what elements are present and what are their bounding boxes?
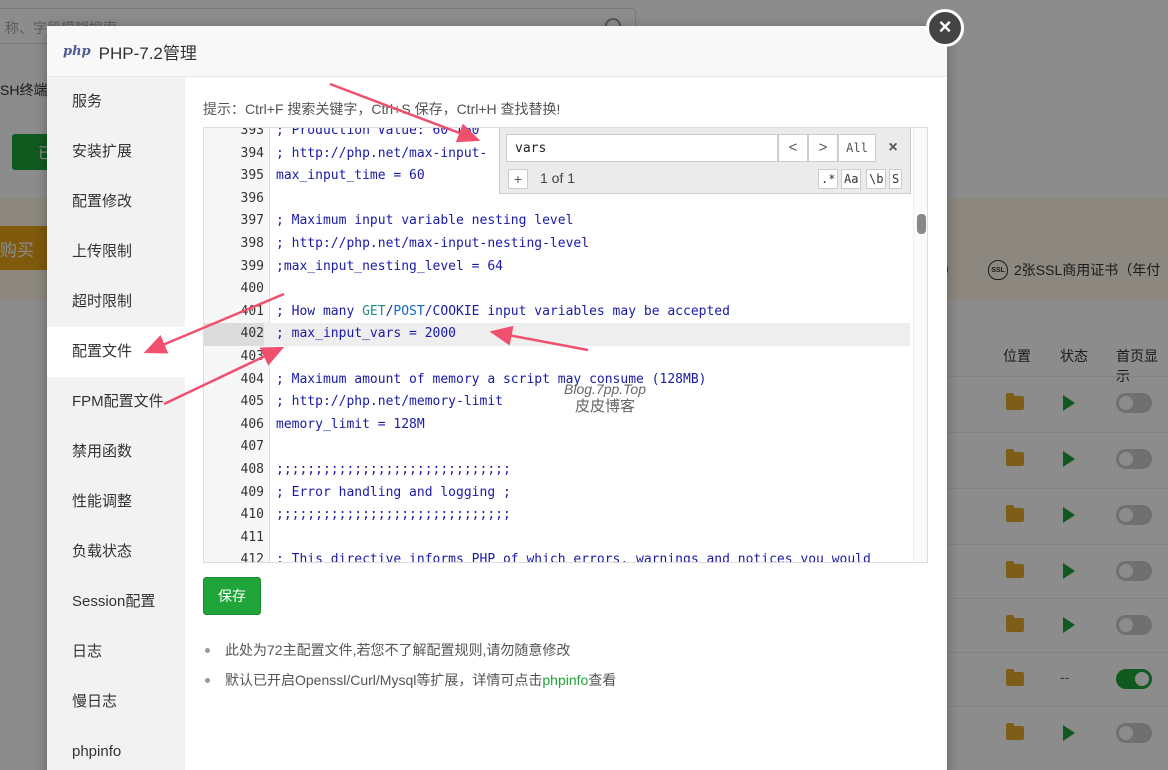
watermark-line1: Blog.7pp.Top [564, 381, 646, 397]
line-number: 402 [204, 323, 264, 346]
php-logo-icon: php [63, 43, 91, 59]
sidebar-item-config-file[interactable]: 配置文件 [47, 327, 185, 377]
sidebar-item-slow-log[interactable]: 慢日志 [47, 677, 185, 727]
code-text[interactable]: ; http://php.net/max-input- [276, 143, 487, 166]
line-number: 408 [240, 462, 264, 477]
sidebar-item-install-extension[interactable]: 安装扩展 [47, 127, 185, 177]
line-number: 395 [240, 168, 264, 184]
code-line[interactable]: 397 ; Maximum input variable nesting leve… [204, 210, 910, 233]
code-line[interactable]: 408;;;;;;;;;;;;;;;;;;;;;;;;;;;;;; [204, 459, 910, 482]
modal-close-button[interactable]: × [926, 9, 964, 47]
search-next-button[interactable]: > [808, 134, 838, 162]
line-number: 394 [240, 145, 264, 161]
line-number: 399 [240, 258, 264, 274]
line-number: 398 [240, 236, 264, 251]
line-number: 407 [240, 439, 264, 455]
modal-header: php PHP-7.2管理 [47, 26, 947, 77]
in-selection-button[interactable]: S [889, 169, 903, 189]
line-number: 411 [240, 529, 264, 545]
search-prev-button[interactable]: < [778, 134, 808, 162]
sidebar-item-log[interactable]: 日志 [47, 627, 185, 677]
sidebar-item-load-status[interactable]: 负载状态 [47, 527, 185, 577]
sidebar-item-service[interactable]: 服务 [47, 77, 185, 127]
code-text[interactable]: max_input_time = 60 [276, 165, 425, 188]
search-input[interactable] [506, 134, 778, 162]
line-number: 403 [240, 349, 264, 364]
line-number: 397 [240, 213, 264, 229]
keyboard-hint: 提示：Ctrl+F 搜索关键字，Ctrl+S 保存，Ctrl+H 查找替换! [203, 101, 561, 117]
code-line[interactable]: 407 [204, 436, 910, 459]
code-line[interactable]: 410;;;;;;;;;;;;;;;;;;;;;;;;;;;;;; [204, 504, 910, 527]
code-text[interactable]: ; Production Value: 60 (60 [276, 128, 480, 143]
code-line[interactable]: 406 memory_limit = 128M [204, 414, 910, 437]
line-number: 400 [240, 281, 264, 297]
sidebar-item-session-config[interactable]: Session配置 [47, 577, 185, 627]
code-line[interactable]: 401 ; How many GET/POST/COOKIE input vari… [204, 301, 910, 324]
watermark-line2: 皮皮博客 [574, 398, 635, 415]
line-number: 409 [240, 484, 264, 500]
code-line[interactable]: 400 [204, 278, 910, 301]
search-all-button[interactable]: All [838, 134, 876, 162]
note-item: 此处为72主配置文件,若您不了解配置规则,请勿随意修改 [203, 639, 923, 669]
sidebar-item-fpm-config[interactable]: FPM配置文件 [47, 377, 185, 427]
phpinfo-link[interactable]: phpinfo [542, 672, 588, 688]
code-text[interactable]: memory_limit = 128M [276, 414, 425, 437]
sidebar-item-disabled-functions[interactable]: 禁用函数 [47, 427, 185, 477]
search-panel: < > All × + 1 of 1 .* Aa \b S [499, 128, 911, 194]
watermark: Blog.7pp.Top 皮皮博客 [564, 380, 646, 416]
note-text: 默认已开启Openssl/Curl/Mysql等扩展，详情可点击 [225, 672, 543, 688]
code-text[interactable]: ;;;;;;;;;;;;;;;;;;;;;;;;;;;;;; [276, 459, 511, 482]
scrollbar-thumb[interactable] [917, 214, 926, 234]
sidebar-item-upload-limit[interactable]: 上传限制 [47, 227, 185, 277]
php-manager-modal: php PHP-7.2管理 服务 安装扩展 配置修改 上传限制 超时限制 配置文… [47, 26, 947, 770]
code-text[interactable]: ; Error handling and logging ; [276, 482, 511, 505]
code-text[interactable]: ;max_input_nesting_level = 64 [276, 256, 503, 279]
code-line[interactable]: 405 ; http://php.net/memory-limit [204, 391, 910, 414]
code-editor[interactable]: 393 ; Production Value: 60 (60 394 ; http:/… [203, 127, 928, 563]
sidebar: 服务 安装扩展 配置修改 上传限制 超时限制 配置文件 FPM配置文件 禁用函数… [47, 77, 185, 770]
save-button[interactable]: 保存 [203, 577, 261, 615]
line-number: 393 [240, 127, 264, 138]
code-text[interactable]: ; http://php.net/max-input-nesting-level [276, 233, 589, 256]
line-number: 406 [240, 416, 264, 432]
search-match-count: 1 of 1 [540, 170, 576, 186]
code-line[interactable]: 398 ; http://php.net/max-input-nesting-le… [204, 233, 910, 256]
replace-toggle-button[interactable]: + [508, 169, 528, 189]
modal-title: PHP-7.2管理 [98, 43, 197, 63]
code-text[interactable]: ; Maximum input variable nesting level [276, 210, 573, 233]
code-text[interactable]: ; How many GET/POST/COOKIE input variabl… [276, 301, 730, 324]
sidebar-item-config-modify[interactable]: 配置修改 [47, 177, 185, 227]
close-icon[interactable]: × [882, 135, 904, 161]
code-line[interactable]: 399 ;max_input_nesting_level = 64 [204, 256, 910, 279]
note-text: 此处为72主配置文件,若您不了解配置规则,请勿随意修改 [225, 642, 571, 658]
code-line[interactable]: 403 [204, 346, 910, 369]
code-text[interactable]: ; max_input_vars = 2000 [276, 323, 456, 346]
code-text[interactable]: ;;;;;;;;;;;;;;;;;;;;;;;;;;;;;; [276, 504, 511, 527]
sidebar-item-phpinfo[interactable]: phpinfo [47, 727, 185, 770]
sidebar-item-timeout-limit[interactable]: 超时限制 [47, 277, 185, 327]
line-number: 396 [240, 190, 264, 206]
case-sensitive-button[interactable]: Aa [841, 169, 862, 189]
note-suffix: 查看 [588, 672, 617, 688]
code-line[interactable]: 404; Maximum amount of memory a script m… [204, 369, 910, 392]
regex-option-button[interactable]: .* [818, 169, 839, 189]
code-line[interactable]: 402 ; max_input_vars = 2000 [204, 323, 910, 346]
editor-scrollbar[interactable] [913, 128, 927, 562]
code-line[interactable]: 411 [204, 527, 910, 550]
code-text[interactable]: ; This directive informs PHP of which er… [276, 549, 871, 562]
sidebar-item-performance[interactable]: 性能调整 [47, 477, 185, 527]
line-number: 410 [240, 507, 264, 523]
code-line[interactable]: 409 ; Error handling and logging ; [204, 482, 910, 505]
line-number: 405 [240, 394, 264, 410]
code-line[interactable]: 412 ; This directive informs PHP of which… [204, 549, 910, 563]
line-number: 401 [240, 303, 264, 319]
notes-list: 此处为72主配置文件,若您不了解配置规则,请勿随意修改 默认已开启Openssl… [203, 639, 923, 699]
line-number: 412 [240, 552, 264, 563]
line-number: 404 [240, 371, 264, 387]
note-item: 默认已开启Openssl/Curl/Mysql等扩展，详情可点击phpinfo查… [203, 669, 923, 699]
whole-word-button[interactable]: \b [866, 169, 887, 189]
code-text[interactable]: ; http://php.net/memory-limit [276, 391, 503, 414]
